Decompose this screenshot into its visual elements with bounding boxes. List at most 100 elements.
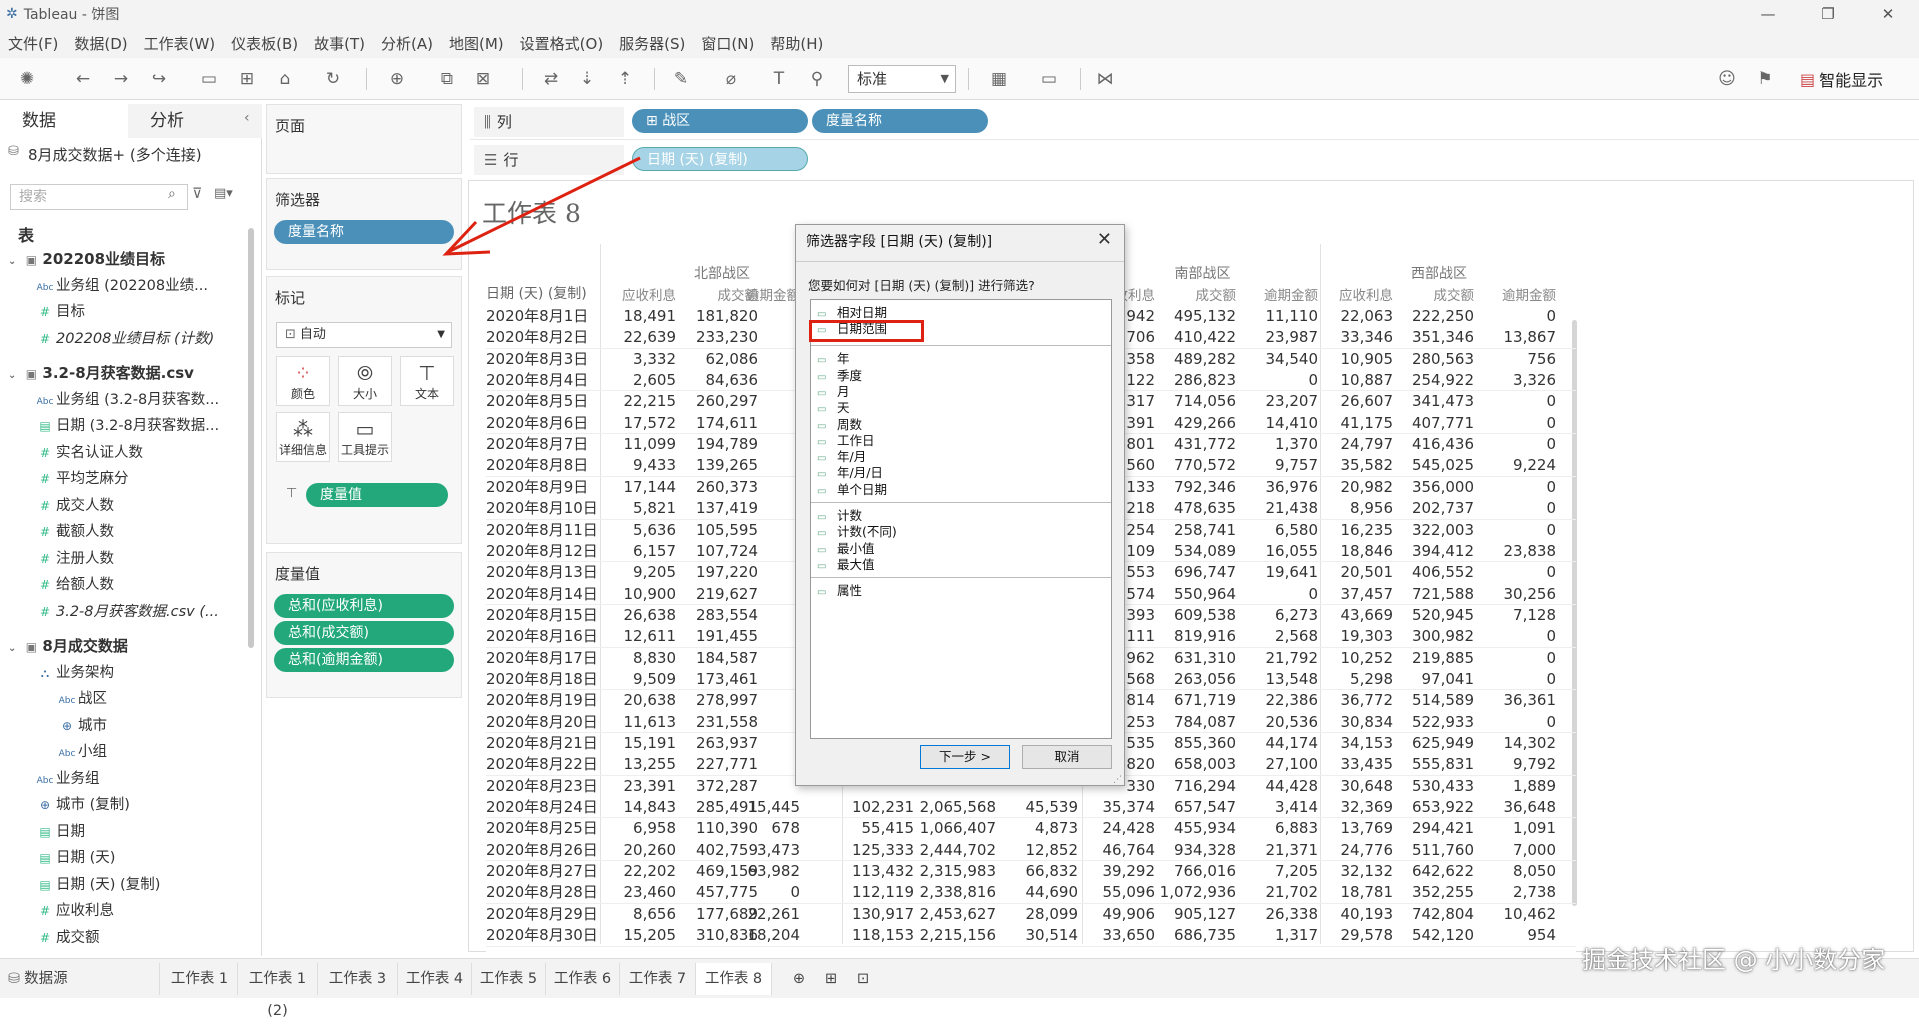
menu-item[interactable]: 故事(T) [314, 33, 365, 54]
group-icon[interactable]: ⌀ [718, 66, 744, 92]
col-pill-measure-names[interactable]: 度量名称 [812, 109, 988, 133]
new-story-icon[interactable]: ⊡ [848, 963, 878, 995]
field-item[interactable]: # 目标 [34, 299, 274, 325]
fit-select[interactable]: 标准 ▼ [848, 65, 956, 93]
field-item[interactable]: ⌄ ▣ 3.2-8月获客数据.csv [8, 360, 248, 386]
field-item[interactable]: ▤ 日期 (天) (复制) [34, 872, 274, 898]
field-item[interactable]: # 截额人数 [34, 519, 274, 545]
minimize-icon[interactable]: — [1744, 0, 1792, 28]
detail-button[interactable]: ⁂ 详细信息 [276, 412, 330, 462]
filter-pill-measure-names[interactable]: 度量名称 [274, 220, 454, 244]
filter-option[interactable]: ▭ 单个日期 [817, 481, 887, 499]
close-icon[interactable]: ✕ [1097, 229, 1112, 250]
filter-option[interactable]: ▭ 季度 [817, 367, 862, 385]
sheet-tab[interactable]: 工作表 4 [398, 963, 472, 995]
size-button[interactable]: ⦾ 大小 [338, 356, 392, 406]
row-pill-date-copy[interactable]: 日期 (天) (复制) [632, 147, 808, 171]
filter-option[interactable]: ▭ 天 [817, 399, 850, 417]
menu-item[interactable]: 服务器(S) [619, 33, 685, 54]
field-item[interactable]: # 应收利息 [34, 898, 274, 924]
view-options-icon[interactable]: ▤▾ [214, 186, 233, 201]
show-cards-icon[interactable]: ▦ [986, 66, 1012, 92]
new-dashboard-icon[interactable]: ⊞ [816, 963, 846, 995]
filter-option[interactable]: ▭ 最大值 [817, 556, 875, 574]
field-item[interactable]: Abc 业务组 (3.2-8月获客数... [34, 387, 274, 413]
color-button[interactable]: ⁘ 颜色 [276, 356, 330, 406]
field-item[interactable]: #202208业绩目标 (计数) [34, 326, 274, 352]
field-item[interactable]: ⊕ 城市 [56, 713, 296, 739]
field-item[interactable]: # 注册人数 [34, 546, 274, 572]
presentation-icon[interactable]: ▭ [1036, 66, 1062, 92]
filter-type-list[interactable]: ▭ 相对日期 ▭ 日期范围 ▭ 年 ▭ 季度 ▭ 月 ▭ 天 ▭ 周数 ▭ 工作日 ▭ 年/月 ▭ 年/月/日 ▭ 单个日… [810, 299, 1112, 739]
field-item[interactable]: #3.2-8月获客数据.csv (... [34, 599, 274, 625]
chevron-down-icon[interactable]: ⌄ [8, 256, 16, 267]
sheet-tab[interactable]: 工作表 5 [472, 963, 546, 995]
menu-item[interactable]: 设置格式(O) [520, 33, 604, 54]
text-button[interactable]: ⊤ 文本 [400, 356, 454, 406]
fix-axes-icon[interactable]: ⚲ [804, 66, 830, 92]
sheet-tab[interactable]: 工作表 6 [546, 963, 620, 995]
bot-icon[interactable]: ☺ [1714, 66, 1740, 92]
menu-item[interactable]: 窗口(N) [701, 33, 754, 54]
new-worksheet-icon[interactable]: ⊕ [384, 66, 410, 92]
cancel-button[interactable]: 取消 [1022, 745, 1112, 769]
new-datasource-icon[interactable]: ⊞ [234, 66, 260, 92]
chevron-down-icon[interactable]: ⌄ [8, 370, 16, 381]
field-item[interactable]: Abc 小组 [56, 739, 296, 765]
tab-analysis[interactable]: 分析 [128, 104, 262, 138]
chevron-down-icon[interactable]: ⌄ [8, 643, 16, 654]
clear-sheet-icon[interactable]: ⊠ [470, 66, 496, 92]
close-window-icon[interactable]: ✕ [1864, 0, 1912, 28]
tab-datasource[interactable]: ⛁ 数据源 [0, 963, 160, 995]
filter-option[interactable]: ▭ 工作日 [817, 432, 875, 450]
pin-icon[interactable]: ⚑ [1752, 66, 1778, 92]
measure-pill-amount[interactable]: 总和(成交额) [274, 621, 454, 645]
sheet-tab[interactable]: 工作表 1 [162, 963, 238, 995]
redo-icon[interactable]: → [108, 66, 134, 92]
filter-option[interactable]: ▭ 计数 [817, 507, 862, 525]
field-item[interactable]: # 成交人数 [34, 493, 274, 519]
labels-icon[interactable]: T [766, 66, 792, 92]
sheet-tab[interactable]: 工作表 8 [696, 963, 772, 995]
menu-item[interactable]: 数据(D) [74, 33, 127, 54]
mark-type-select[interactable]: ⊡ 自动 ▼ [276, 322, 452, 348]
field-item[interactable]: ⌄ ▣ 202208业绩目标 [8, 246, 248, 272]
filter-option[interactable]: ▭ 年/月/日 [817, 464, 883, 482]
collapse-icon[interactable]: ‹ [244, 110, 250, 126]
field-item[interactable]: # 实名认证人数 [34, 440, 274, 466]
sheet-tab[interactable]: 工作表 1 (2) [238, 963, 318, 1019]
share-icon[interactable]: ⋈ [1092, 66, 1118, 92]
duplicate-icon[interactable]: ⧉ [434, 66, 460, 92]
tooltip-button[interactable]: ▭ 工具提示 [338, 412, 392, 462]
search-input[interactable]: 搜索 [10, 184, 188, 210]
field-item[interactable]: # 给额人数 [34, 572, 274, 598]
filter-option[interactable]: ▭ 属性 [817, 582, 862, 600]
measure-pill-interest[interactable]: 总和(应收利息) [274, 594, 454, 618]
filter-option[interactable]: ▭ 最小值 [817, 540, 875, 558]
menu-item[interactable]: 地图(M) [449, 33, 504, 54]
field-item[interactable]: ▤ 日期 (3.2-8月获客数据... [34, 413, 274, 439]
sheet-tab[interactable]: 工作表 3 [318, 963, 398, 995]
swap-icon[interactable]: ⇄ [538, 66, 564, 92]
filter-option[interactable]: ▭ 月 [817, 383, 850, 401]
restore-icon[interactable]: ❐ [1804, 0, 1852, 28]
tab-data[interactable]: 数据 [0, 104, 128, 138]
tableau-home-icon[interactable]: ✺ [14, 66, 40, 92]
replay-icon[interactable]: ↪ [146, 66, 172, 92]
filter-option[interactable]: ▭ 周数 [817, 416, 862, 434]
undo-icon[interactable]: ← [70, 66, 96, 92]
filter-option[interactable]: ▭ 计数(不同) [817, 523, 897, 541]
menu-item[interactable]: 仪表板(B) [231, 33, 298, 54]
field-item[interactable]: ⊕ 城市 (复制) [34, 792, 274, 818]
filter-option[interactable]: ▭ 年/月 [817, 448, 866, 466]
field-item[interactable]: ▤ 日期 [34, 819, 274, 845]
new-worksheet-icon[interactable]: ⊕ [784, 963, 814, 995]
field-item[interactable]: # 成交额 [34, 925, 274, 951]
menu-item[interactable]: 文件(F) [8, 33, 58, 54]
field-item[interactable]: Abc 业务组 [34, 766, 274, 792]
resize-grip-icon[interactable]: ⋰ [1113, 775, 1122, 785]
filter-icon[interactable]: ⊽ [192, 186, 202, 202]
highlight-icon[interactable]: ✎ [668, 66, 694, 92]
filter-option[interactable]: ▭ 年 [817, 350, 850, 368]
sheet-tab[interactable]: 工作表 7 [620, 963, 696, 995]
